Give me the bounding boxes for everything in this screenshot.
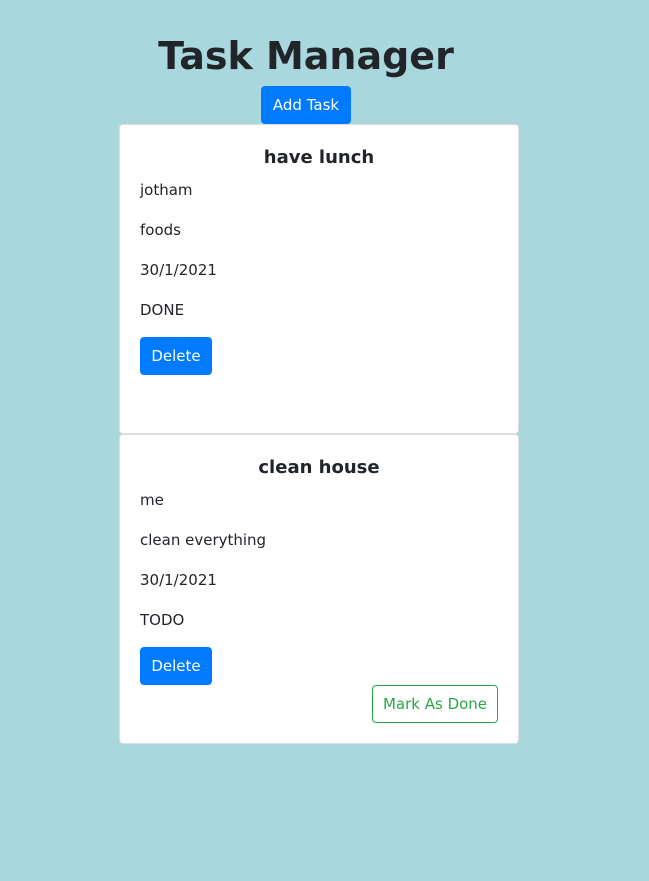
task-description: clean everything (140, 531, 267, 549)
delete-button[interactable]: Delete (140, 337, 212, 375)
task-title: clean house (258, 457, 380, 478)
task-date: 30/1/2021 (140, 261, 217, 279)
task-title: have lunch (263, 147, 375, 168)
task-card: clean house me clean everything 30/1/202… (119, 434, 519, 744)
task-date: 30/1/2021 (140, 571, 217, 589)
page-title: Task Manager (158, 34, 454, 78)
delete-button[interactable]: Delete (140, 647, 212, 685)
task-status: DONE (140, 301, 185, 319)
task-card: have lunch jotham foods 30/1/2021 DONE D… (119, 124, 519, 434)
mark-as-done-button[interactable]: Mark As Done (372, 685, 498, 723)
add-task-button[interactable]: Add Task (261, 86, 351, 124)
task-owner: jotham (140, 181, 193, 199)
task-status: TODO (140, 611, 185, 629)
task-owner: me (140, 491, 164, 509)
task-description: foods (140, 221, 181, 239)
